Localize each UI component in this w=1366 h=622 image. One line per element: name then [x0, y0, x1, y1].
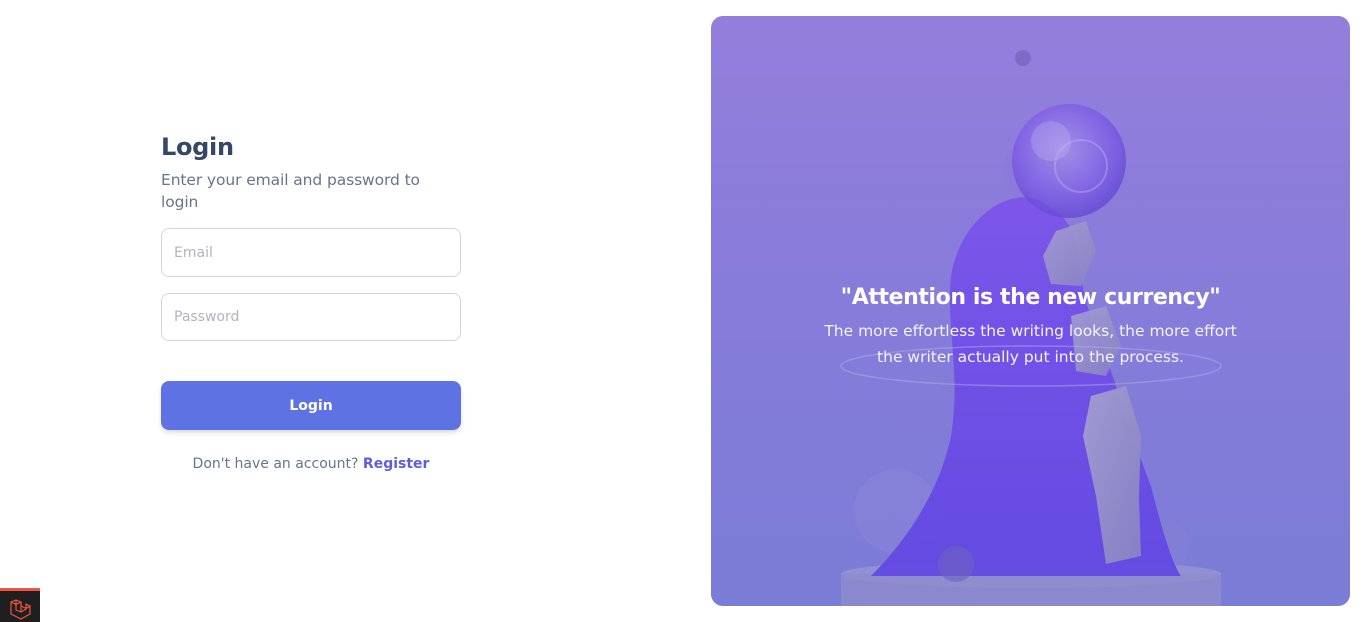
password-field[interactable] — [161, 293, 461, 341]
login-page: Login Enter your email and password to l… — [0, 0, 1366, 622]
register-link[interactable]: Register — [363, 456, 430, 472]
page-title: Login — [161, 133, 234, 161]
login-form: Login Enter your email and password to l… — [161, 128, 461, 472]
debug-toolbar-toggle[interactable] — [0, 588, 40, 622]
email-field[interactable] — [161, 228, 461, 277]
no-account-text: Don't have an account? — [192, 456, 359, 472]
hero-caption: "Attention is the new currency" The more… — [711, 282, 1350, 370]
register-prompt: Don't have an account? Register — [161, 456, 461, 472]
page-subtitle: Enter your email and password to login — [161, 171, 420, 211]
hero-quote: "Attention is the new currency" — [840, 285, 1221, 310]
login-button[interactable]: Login — [161, 381, 461, 430]
hero-body: The more effortless the writing looks, t… — [824, 322, 1237, 366]
laravel-logo-icon — [10, 599, 31, 620]
hero-panel: "Attention is the new currency" The more… — [711, 16, 1350, 606]
